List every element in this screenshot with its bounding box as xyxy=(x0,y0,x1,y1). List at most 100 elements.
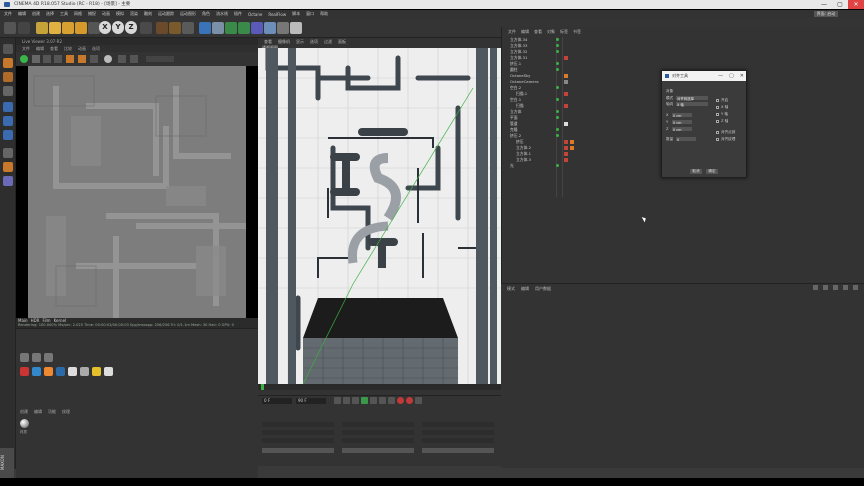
visibility-dot[interactable] xyxy=(556,50,559,53)
render-view-icon[interactable] xyxy=(156,22,168,34)
visibility-dot[interactable] xyxy=(556,86,559,89)
menu-create[interactable]: 创建 xyxy=(32,11,40,17)
material-tag-icon[interactable] xyxy=(564,158,568,162)
dialog-maximize-button[interactable]: ▢ xyxy=(729,71,734,81)
material-red-icon[interactable] xyxy=(20,367,29,376)
material-tag-icon[interactable] xyxy=(564,56,568,60)
restart-render-icon[interactable] xyxy=(32,55,40,63)
pos-z-field[interactable] xyxy=(262,438,334,443)
attr-menu-mode[interactable]: 模式 xyxy=(507,286,515,292)
pos-x-field[interactable] xyxy=(262,422,334,427)
material-tag-icon[interactable] xyxy=(564,152,568,156)
material-glossy-icon[interactable] xyxy=(56,367,65,376)
search-icon[interactable] xyxy=(833,285,838,290)
visibility-dot[interactable] xyxy=(556,38,559,41)
orange-tag-icon[interactable] xyxy=(570,140,574,144)
material-grey-icon[interactable] xyxy=(80,367,89,376)
vp-menu-display[interactable]: 显示 xyxy=(296,38,304,45)
menu-plugins[interactable]: 插件 xyxy=(234,11,242,17)
material-orange-icon[interactable] xyxy=(44,367,53,376)
subdivision-icon[interactable] xyxy=(225,22,237,34)
floor-icon[interactable] xyxy=(264,22,276,34)
menu-pipeline[interactable]: 流水线 xyxy=(216,11,228,17)
clay-mode-icon[interactable] xyxy=(118,55,126,63)
axis-dropdown[interactable]: X 轴 xyxy=(676,102,708,107)
material-tag-icon[interactable] xyxy=(564,140,568,144)
lv-menu-compare[interactable]: 比较 xyxy=(64,45,72,52)
material-tag-icon[interactable] xyxy=(564,146,568,150)
render-picture-viewer-icon[interactable] xyxy=(169,22,181,34)
size-x-field[interactable] xyxy=(342,422,414,427)
rot-p-field[interactable] xyxy=(422,430,494,435)
array-icon[interactable] xyxy=(238,22,250,34)
make-editable-icon[interactable] xyxy=(3,44,13,54)
axis-mode-icon[interactable] xyxy=(3,148,13,158)
undo-icon[interactable] xyxy=(4,22,16,34)
material-blue-icon[interactable] xyxy=(32,367,41,376)
size-z-field[interactable] xyxy=(342,438,414,443)
vp-menu-filter[interactable]: 过滤 xyxy=(324,38,332,45)
dialog-minimize-button[interactable]: — xyxy=(718,71,723,81)
pen-spline-icon[interactable] xyxy=(212,22,224,34)
save-image-icon[interactable] xyxy=(130,55,138,63)
ok-button[interactable]: 确定 xyxy=(706,169,718,174)
camera-tag-icon[interactable] xyxy=(564,80,568,84)
om-menu-view[interactable]: 查看 xyxy=(534,29,542,35)
minimize-button[interactable]: — xyxy=(816,0,832,9)
next-key-icon[interactable] xyxy=(379,397,386,404)
pause-render-icon[interactable] xyxy=(43,55,51,63)
go-start-icon[interactable] xyxy=(334,397,341,404)
count-field[interactable]: 0 xyxy=(676,137,696,142)
size-mode-dropdown[interactable] xyxy=(342,448,414,453)
om-menu-edit[interactable]: 编辑 xyxy=(521,29,529,35)
lv-menu-edit[interactable]: 编辑 xyxy=(36,45,44,52)
menu-file[interactable]: 文件 xyxy=(4,11,12,17)
region-render-icon[interactable] xyxy=(78,55,86,63)
menu-script[interactable]: 脚本 xyxy=(292,11,300,17)
dialog-close-button[interactable]: ✕ xyxy=(740,71,744,81)
visibility-dot[interactable] xyxy=(556,116,559,119)
visibility-dot[interactable] xyxy=(556,110,559,113)
lv-menu-options[interactable]: 选项 xyxy=(92,45,100,52)
octane-tool-icon-3[interactable] xyxy=(44,353,53,362)
om-menu-file[interactable]: 文件 xyxy=(508,29,516,35)
send-scene-icon[interactable] xyxy=(20,55,28,63)
material-tag-icon[interactable] xyxy=(564,104,568,108)
points-mode-icon[interactable] xyxy=(3,102,13,112)
menu-tools[interactable]: 工具 xyxy=(60,11,68,17)
menu-octane[interactable]: Octane xyxy=(248,12,262,17)
vp-menu-options[interactable]: 选项 xyxy=(310,38,318,45)
record-key-icon[interactable] xyxy=(397,397,404,404)
z-field[interactable]: 0 cm xyxy=(672,127,692,132)
viewport-scene[interactable] xyxy=(258,48,501,384)
octane-tag-icon[interactable] xyxy=(564,74,568,78)
move-tool-icon[interactable] xyxy=(49,22,61,34)
visibility-dot[interactable] xyxy=(556,62,559,65)
back-arrow-icon[interactable] xyxy=(813,285,818,290)
material-preview-ball[interactable] xyxy=(20,419,29,428)
lv-menu-view[interactable]: 查看 xyxy=(50,45,58,52)
attr-menu-userdata[interactable]: 用户数据 xyxy=(535,286,551,292)
scale-tool-icon[interactable] xyxy=(62,22,74,34)
pos-y-field[interactable] xyxy=(262,430,334,435)
om-menu-objects[interactable]: 对象 xyxy=(547,29,555,35)
z-axis-checkbox[interactable] xyxy=(716,120,719,123)
octane-tool-icon-2[interactable] xyxy=(32,353,41,362)
size-y-field[interactable] xyxy=(342,430,414,435)
zoom-icon[interactable] xyxy=(104,55,112,63)
snap-icon[interactable] xyxy=(3,162,13,172)
select-tool-icon[interactable] xyxy=(36,22,48,34)
menu-snap[interactable]: 捕捉 xyxy=(88,11,96,17)
up-arrow-icon[interactable] xyxy=(823,285,828,290)
deformer-icon[interactable] xyxy=(251,22,263,34)
menu-mograph[interactable]: 运动图形 xyxy=(180,11,196,17)
visibility-dot[interactable] xyxy=(556,98,559,101)
rot-h-field[interactable] xyxy=(422,422,494,427)
apply-button[interactable] xyxy=(422,448,494,453)
lock-icon[interactable] xyxy=(66,55,74,63)
render-kernel-dropdown[interactable] xyxy=(146,56,174,62)
mat-menu-texture[interactable]: 纹理 xyxy=(62,409,70,415)
menu-render[interactable]: 渲染 xyxy=(130,11,138,17)
rotate-tool-icon[interactable] xyxy=(75,22,87,34)
x-axis-checkbox[interactable] xyxy=(716,106,719,109)
